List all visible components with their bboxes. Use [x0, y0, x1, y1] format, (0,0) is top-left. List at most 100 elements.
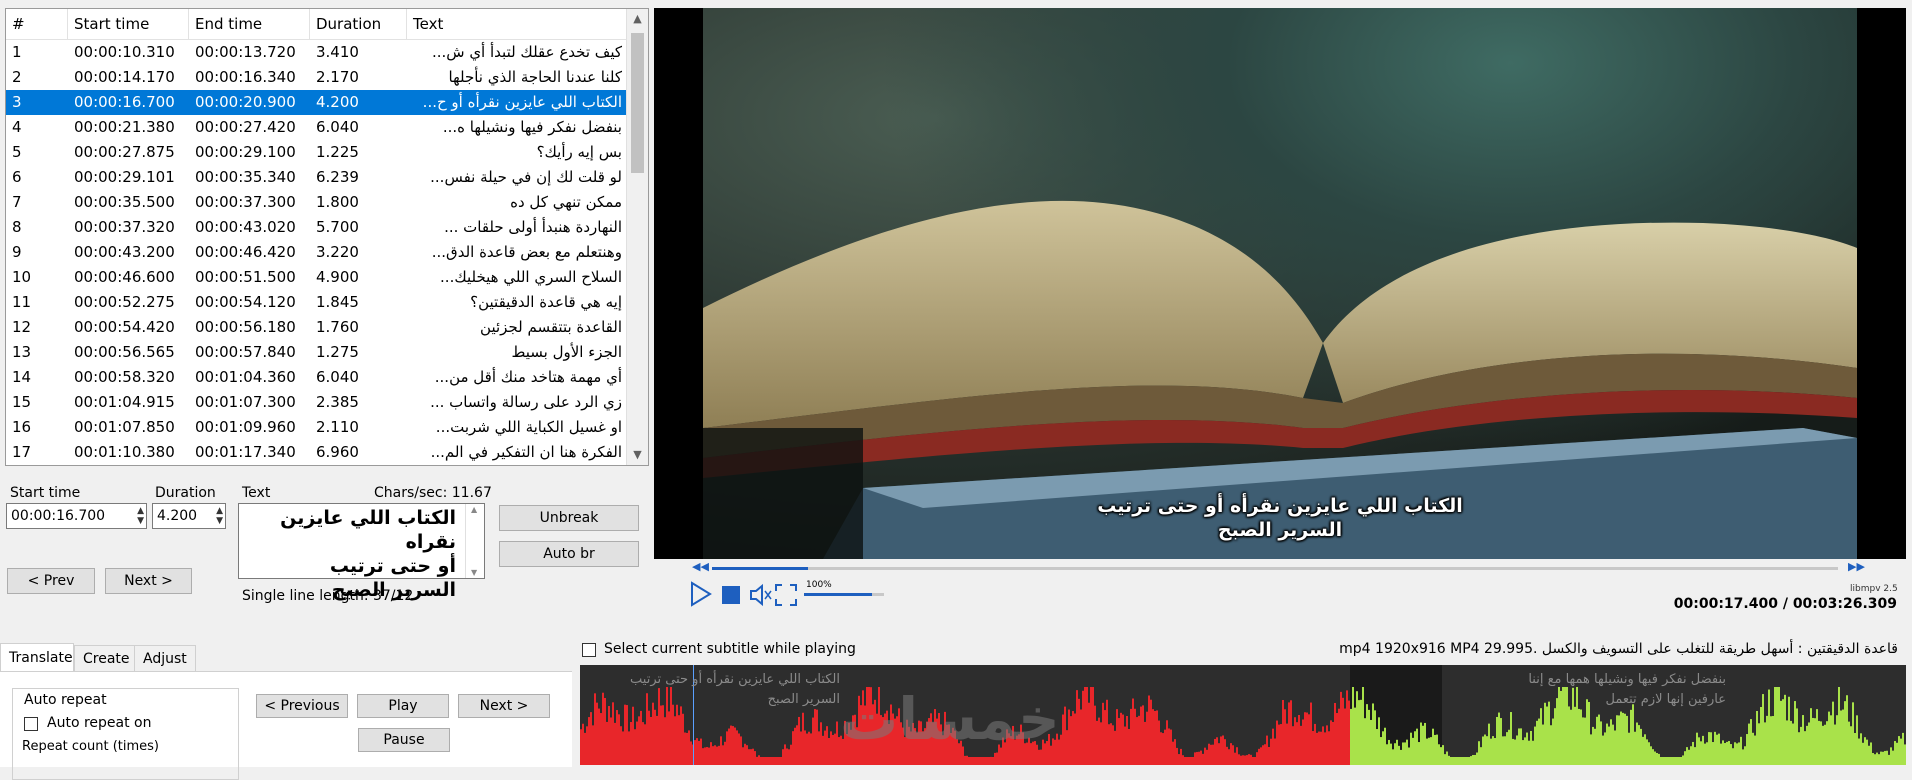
column-header-text[interactable]: Text — [407, 9, 626, 39]
auto-repeat-checkbox[interactable] — [24, 717, 38, 731]
table-row[interactable]: 8 00:00:37.320 00:00:43.020 5.700 النهاردة ه… — [6, 215, 626, 240]
cell-start-time: 00:00:54.420 — [74, 318, 175, 336]
cell-number: 1 — [12, 43, 22, 61]
waveform-bar — [718, 745, 720, 765]
cell-text: النهاردة هنبدأ أولى حلقات ... — [444, 218, 622, 236]
auto-repeat-group-label: Auto repeat — [22, 692, 109, 708]
prev-button[interactable]: < Prev — [7, 568, 95, 594]
list-scrollbar[interactable]: ▲ ▼ — [626, 9, 648, 465]
cell-text: لو قلت لك إن في حيلة نفس... — [430, 168, 622, 186]
tab-adjust[interactable]: Adjust — [134, 645, 196, 671]
next-button[interactable]: Next > — [105, 568, 192, 594]
scroll-up-icon[interactable]: ▲ — [471, 505, 477, 514]
cell-text: او غسيل الكباية اللي شربت... — [435, 418, 622, 436]
waveform-bar — [586, 726, 588, 765]
waveform-bar — [1182, 755, 1184, 765]
next-line-button[interactable]: Next > — [458, 694, 550, 718]
table-row[interactable]: 5 00:00:27.875 00:00:29.100 1.225 بس إيه رأي… — [6, 140, 626, 165]
fast-forward-icon[interactable]: ▶▶ — [1848, 560, 1865, 573]
pause-button[interactable]: Pause — [358, 728, 450, 752]
waveform-bar — [1826, 721, 1828, 765]
start-time-input[interactable]: 00:00:16.700 ▲ ▼ — [6, 503, 147, 529]
scroll-up-icon[interactable]: ▲ — [627, 9, 648, 29]
volume-percent: 100% — [806, 580, 832, 590]
waveform-bar — [1734, 742, 1736, 765]
waveform-bar — [1762, 694, 1764, 765]
waveform-bar — [996, 752, 998, 765]
scroll-down-icon[interactable]: ▼ — [471, 568, 477, 577]
play-button[interactable]: Play — [357, 694, 449, 718]
subtitle-text-input[interactable]: الكتاب اللي عايزين نقراه أو حتى ترتيب ال… — [238, 503, 485, 601]
select-current-checkbox[interactable] — [582, 643, 596, 657]
waveform-bar — [1692, 741, 1694, 765]
waveform-bar — [1210, 744, 1212, 765]
audio-waveform[interactable]: الكتاب اللي عايزين نقرأه أو حتى ترتيب ال… — [580, 665, 1906, 765]
cell-number: 13 — [12, 343, 32, 361]
waveform-bar — [1710, 732, 1712, 765]
waveform-bar — [1482, 736, 1484, 765]
waveform-bar — [1196, 751, 1198, 765]
waveform-bar — [1670, 757, 1672, 765]
scrollbar-thumb[interactable] — [631, 33, 644, 173]
rewind-icon[interactable]: ◀◀ — [692, 560, 709, 573]
table-row[interactable]: 16 00:01:07.850 00:01:09.960 2.110 او غسيل ا… — [6, 415, 626, 440]
subtitle-list[interactable]: # Start time End time Duration Text 1 00:… — [5, 8, 649, 466]
column-header-duration[interactable]: Duration — [310, 9, 407, 39]
cell-number: 4 — [12, 118, 22, 136]
table-row[interactable]: 7 00:00:35.500 00:00:37.300 1.800 ممكن تنهي … — [6, 190, 626, 215]
table-row[interactable]: 12 00:00:54.420 00:00:56.180 1.760 القاعدة ب… — [6, 315, 626, 340]
waveform-bar — [730, 725, 732, 765]
waveform-bar — [1358, 700, 1360, 765]
textbox-scrollbar[interactable]: ▲ ▼ — [465, 504, 484, 578]
waveform-bar — [1160, 732, 1162, 765]
waveform-bar — [1448, 755, 1450, 765]
waveform-bar — [1212, 744, 1214, 765]
play-icon[interactable] — [688, 580, 714, 608]
scroll-down-icon[interactable]: ▼ — [627, 445, 648, 465]
tab-translate[interactable]: Translate — [0, 643, 74, 671]
table-row[interactable]: 2 00:00:14.170 00:00:16.340 2.170 كلنا عندنا… — [6, 65, 626, 90]
waveform-bar — [1568, 706, 1570, 765]
waveform-bar — [1176, 747, 1178, 765]
table-row[interactable]: 11 00:00:52.275 00:00:54.120 1.845 إيه هي قا… — [6, 290, 626, 315]
table-row[interactable]: 4 00:00:21.380 00:00:27.420 6.040 بنفضل نفكر… — [6, 115, 626, 140]
column-header-number[interactable]: # — [6, 9, 68, 39]
waveform-bar — [624, 704, 626, 765]
waveform-bar — [1860, 733, 1862, 765]
table-row[interactable]: 10 00:00:46.600 00:00:51.500 4.900 السلاح ال… — [6, 265, 626, 290]
volume-slider[interactable] — [804, 593, 884, 596]
table-row[interactable]: 14 00:00:58.320 00:01:04.360 6.040 أي مهمة ه… — [6, 365, 626, 390]
table-row[interactable]: 9 00:00:43.200 00:00:46.420 3.220 وهنتعلم مع… — [6, 240, 626, 265]
mute-icon[interactable] — [748, 582, 774, 608]
table-row[interactable]: 17 00:01:10.380 00:01:17.340 6.960 الفكرة هن… — [6, 440, 626, 465]
spin-arrows-icon[interactable]: ▲ ▼ — [216, 506, 223, 526]
waveform-bar — [990, 756, 992, 765]
waveform-bar — [1858, 738, 1860, 765]
waveform-bar — [1824, 724, 1826, 765]
fullscreen-icon[interactable] — [774, 583, 798, 607]
waveform-bar — [790, 744, 792, 765]
table-row[interactable]: 15 00:01:04.915 00:01:07.300 2.385 زي الرد ع… — [6, 390, 626, 415]
waveform-bar — [1308, 714, 1310, 765]
waveform-bar — [676, 704, 678, 765]
table-row[interactable]: 1 00:00:10.310 00:00:13.720 3.410 كيف تخدع ع… — [6, 40, 626, 65]
spin-arrows-icon[interactable]: ▲ ▼ — [137, 506, 144, 526]
waveform-bar — [1320, 731, 1322, 765]
video-player[interactable]: الكتاب اللي عايزين نقرأه أو حتى ترتيب ال… — [654, 8, 1906, 559]
column-header-start[interactable]: Start time — [68, 9, 189, 39]
table-row[interactable]: 6 00:00:29.101 00:00:35.340 6.239 لو قلت لك … — [6, 165, 626, 190]
duration-input[interactable]: 4.200 ▲ ▼ — [152, 503, 226, 529]
column-header-end[interactable]: End time — [189, 9, 310, 39]
stop-icon[interactable] — [722, 586, 740, 604]
waveform-bar — [1700, 741, 1702, 765]
waveform-bar — [1230, 743, 1232, 765]
waveform-bar — [1132, 698, 1134, 765]
tab-create[interactable]: Create — [74, 645, 139, 671]
table-row[interactable]: 13 00:00:56.565 00:00:57.840 1.275 الجزء الأ… — [6, 340, 626, 365]
waveform-bar — [1098, 717, 1100, 765]
unbreak-button[interactable]: Unbreak — [499, 505, 639, 531]
seek-bar[interactable] — [712, 567, 1838, 570]
table-row[interactable]: 3 00:00:16.700 00:00:20.900 4.200 الكتاب الل… — [6, 90, 626, 115]
auto-br-button[interactable]: Auto br — [499, 541, 639, 567]
previous-button[interactable]: < Previous — [256, 694, 348, 718]
